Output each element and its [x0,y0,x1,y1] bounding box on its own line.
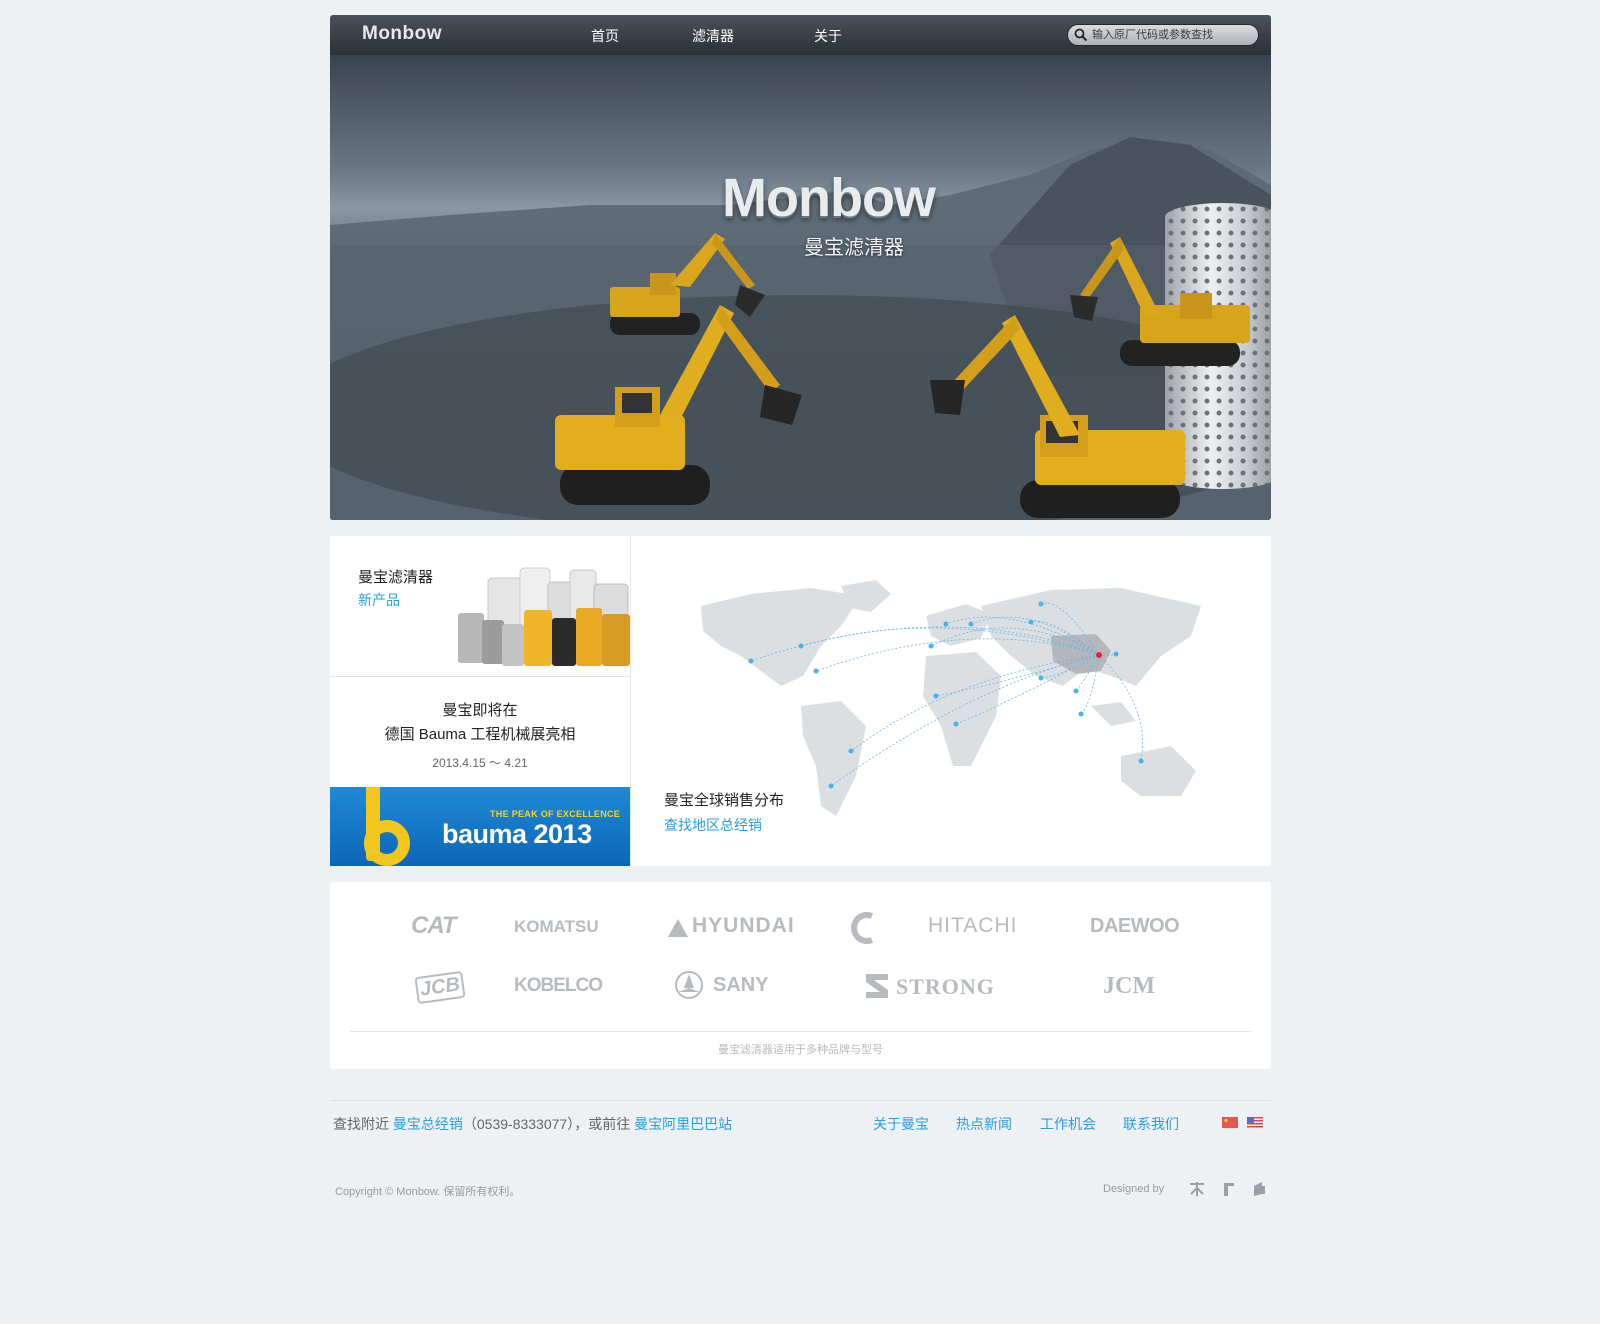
products-title: 曼宝滤清器 [358,569,434,586]
alibaba-link[interactable]: 曼宝阿里巴巴站 [634,1116,732,1132]
top-navigation-bar: Monbow 首页 滤清器 关于 [330,15,1271,55]
bauma-banner[interactable]: THE PEAK OF EXCELLENCE bauma 2013 [330,787,630,866]
find-prefix: 查找附近 [333,1116,393,1132]
brands-note: 曼宝滤清器适用于多种品牌与型号 [718,1044,883,1056]
designer-logo-icon[interactable] [1188,1180,1206,1198]
nav-about[interactable]: 关于 [814,26,842,46]
designed-by-label: Designed by [1103,1183,1165,1195]
brand-jcb: JCB [414,970,466,1005]
brand-hyundai: HYUNDAI [692,914,795,937]
hero-banner: Monbow 曼宝滤清器 [330,55,1271,520]
promo-panel: 曼宝滤清器 新产品 曼宝即将在 德国 Bauma 工程机械展亮相 2013.4.… [330,536,630,866]
hero-logo: Monbow [722,168,936,228]
china-flag-icon[interactable] [1222,1117,1238,1128]
brands-divider [350,1031,1251,1032]
event-line2: 德国 Bauma 工程机械展亮相 [384,726,576,743]
brand-cat: CAT [411,912,457,939]
find-dealer-link[interactable]: 查找地区总经销 [664,815,762,835]
dealer-phone: （0539-8333077） [462,1116,575,1132]
header-logo[interactable]: Monbow [362,23,442,45]
brands-panel: CAT KOMATSU HYUNDAI HITACHI DAEWOO JCB K… [330,882,1271,1069]
global-sales-title: 曼宝全球销售分布 [664,792,785,809]
cummins-logo-icon [851,912,874,944]
bauma-tagline: THE PEAK OF EXCELLENCE [490,809,621,819]
event-line1: 曼宝即将在 [442,702,518,719]
event-date: 2013.4.15 ～ 4.21 [432,756,528,770]
dealer-info: 查找附近 曼宝总经销（0539-8333077），或前往 曼宝阿里巴巴站 [333,1114,732,1134]
footer-about-link[interactable]: 关于曼宝 [873,1114,929,1134]
sany-logo-icon [675,971,703,999]
brand-jcm: JCM [1103,973,1155,999]
new-products-link[interactable]: 新产品 [358,590,400,610]
search-box [1067,24,1259,46]
designer-logo-icon[interactable] [1250,1180,1268,1198]
brand-daewoo: DAEWOO [1090,915,1180,937]
footer-contact-link[interactable]: 联系我们 [1123,1114,1179,1134]
new-products-tile[interactable]: 曼宝滤清器 新产品 [330,536,630,677]
brand-komatsu: KOMATSU [514,917,599,936]
footer-divider [330,1100,1271,1101]
us-flag-icon[interactable] [1247,1117,1263,1128]
bauma-name: bauma 2013 [442,819,592,849]
filters-product-image [458,567,630,666]
excavator-image [555,305,802,505]
dealer-link[interactable]: 曼宝总经销 [393,1116,463,1132]
brand-hitachi: HITACHI [928,914,1018,937]
search-icon[interactable] [1074,28,1088,42]
strong-logo-icon [866,974,888,998]
global-sales-panel: 曼宝全球销售分布 查找地区总经销 [630,536,1271,866]
brand-strong: STRONG [896,974,995,999]
goto-text: ，或前往 [574,1116,635,1132]
search-input[interactable] [1092,26,1252,44]
bauma-event-tile[interactable]: 曼宝即将在 德国 Bauma 工程机械展亮相 2013.4.15 ～ 4.21 … [330,677,630,866]
nav-filters[interactable]: 滤清器 [692,26,734,46]
brand-sany: SANY [713,974,769,996]
bauma-logo-mark [364,787,410,866]
nav-home[interactable]: 首页 [591,26,619,46]
footer-jobs-link[interactable]: 工作机会 [1040,1114,1096,1134]
designer-logo-icon[interactable] [1220,1180,1238,1198]
excavator-image [1070,237,1250,366]
hyundai-logo-icon [668,919,688,937]
copyright-text: Copyright © Monbow. 保留所有权利。 [335,1186,521,1198]
footer-news-link[interactable]: 热点新闻 [956,1114,1012,1134]
hero-subtitle: 曼宝滤清器 [804,237,904,259]
brand-kobelco: KOBELCO [514,975,603,996]
